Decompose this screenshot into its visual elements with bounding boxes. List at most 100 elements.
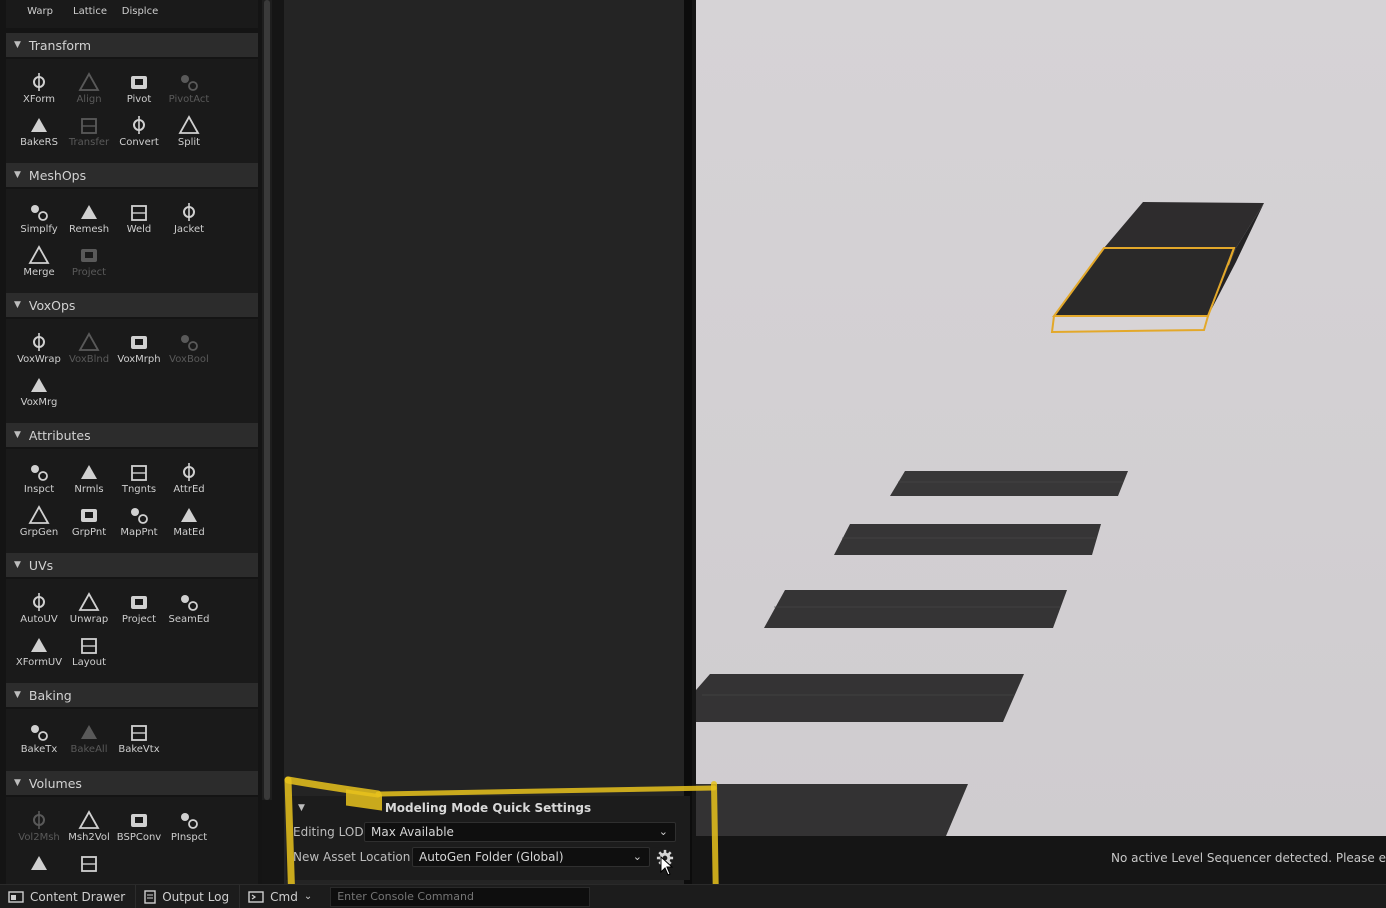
tool-button[interactable]: GrpGen	[13, 504, 65, 544]
coll-to-mesh-icon	[81, 856, 97, 872]
console-command-input[interactable]	[330, 886, 591, 907]
xform-icon	[33, 73, 45, 91]
tool-button[interactable]: MatEd	[163, 504, 215, 544]
step-slab[interactable]	[696, 784, 968, 836]
tool-button[interactable]: AutoUV	[13, 591, 65, 631]
tool-button[interactable]: VoxMrph	[113, 331, 165, 371]
panel-splitter[interactable]	[684, 0, 692, 884]
tool-label: Project	[121, 614, 157, 625]
section-header-transform[interactable]: ▼ Transform	[6, 33, 258, 57]
tool-label: Jacket	[173, 224, 205, 235]
tool-button[interactable]: Merge	[13, 244, 65, 284]
tool-button[interactable]: Convert	[113, 114, 165, 154]
tool-button[interactable]: BSPConv	[113, 809, 165, 849]
asset-location-dropdown[interactable]: AutoGen Folder (Global) ⌄	[412, 847, 650, 867]
palette-top-row: Warp Lattice Displce	[6, 0, 258, 28]
tool-button[interactable]: SeamEd	[163, 591, 215, 631]
collapse-arrow-icon[interactable]: ▼	[14, 778, 21, 788]
section-header-uvs[interactable]: ▼ UVs	[6, 553, 258, 577]
tool-button[interactable]: XFormUV	[13, 634, 65, 674]
tool-button[interactable]: Inspct	[13, 461, 65, 501]
section-tools-meshops: Simplfy Remesh Weld Jacket Merge Project	[6, 189, 258, 295]
collapse-arrow-icon[interactable]: ▼	[14, 40, 21, 50]
content-drawer-button[interactable]: Content Drawer	[0, 884, 137, 908]
output-log-icon	[144, 889, 156, 904]
palette-scrollbar[interactable]	[262, 0, 272, 800]
details-panel-body	[284, 0, 684, 884]
tool-button[interactable]: Align	[63, 71, 115, 111]
editing-lod-dropdown[interactable]: Max Available ⌄	[364, 822, 676, 842]
tool-button[interactable]: Weld	[113, 201, 165, 241]
tool-button[interactable]: AttrEd	[163, 461, 215, 501]
section-tools-transform: XForm Align Pivot PivotAct BakeRS Transfer Con…	[6, 59, 258, 165]
section-header-meshops[interactable]: ▼ MeshOps	[6, 163, 258, 187]
pivot-icon	[131, 76, 147, 89]
tool-button[interactable]: GrpPnt	[63, 504, 115, 544]
collapse-arrow-icon[interactable]: ▼	[14, 170, 21, 180]
section-header-voxops[interactable]: ▼ VoxOps	[6, 293, 258, 317]
tool-label: AttrEd	[173, 484, 205, 495]
tool-button[interactable]: VoxMrg	[13, 374, 65, 414]
tool-button[interactable]: Split	[163, 114, 215, 154]
collapse-arrow-icon[interactable]: ▼	[14, 430, 21, 440]
selected-block-mesh[interactable]	[1050, 202, 1264, 334]
bake-vertex-icon	[131, 725, 147, 741]
tool-button[interactable]: VoxWrap	[13, 331, 65, 371]
tool-label: BSPConv	[116, 832, 162, 843]
collapse-arrow-icon[interactable]: ▼	[14, 300, 21, 310]
tool-label: Align	[76, 94, 102, 105]
tool-button[interactable]: Remesh	[63, 201, 115, 241]
tool-label: PInspct	[170, 832, 208, 843]
level-viewport[interactable]	[696, 0, 1386, 836]
tool-button[interactable]: VoxBool	[163, 331, 215, 371]
tool-button[interactable]	[63, 852, 115, 884]
tool-button[interactable]: Pivot	[113, 71, 165, 111]
step-slab[interactable]	[764, 590, 1067, 628]
content-drawer-label: Content Drawer	[30, 889, 126, 904]
scrollbar-thumb[interactable]	[264, 0, 270, 800]
tool-label: VoxWrap	[17, 354, 61, 365]
split-icon	[178, 115, 200, 134]
tool-button[interactable]: XForm	[13, 71, 65, 111]
tool-button[interactable]: BakeVtx	[113, 721, 165, 761]
section-title: Baking	[28, 687, 72, 703]
cmd-selector[interactable]: Cmd ⌄	[240, 885, 322, 908]
modeling-tool-palette: Warp Lattice Displce ▼ Transform XForm Alig…	[0, 0, 262, 884]
tool-button[interactable]: Unwrap	[63, 591, 115, 631]
tool-button[interactable]: MapPnt	[113, 504, 165, 544]
section-header-baking[interactable]: ▼ Baking	[6, 683, 258, 707]
vol-to-mesh-icon	[33, 811, 45, 829]
collapse-arrow-icon[interactable]: ▼	[14, 690, 21, 700]
mesh-to-coll-icon	[31, 856, 47, 870]
tool-button[interactable]: BakeRS	[13, 114, 65, 154]
tool-button[interactable]: Simplfy	[13, 201, 65, 241]
mouse-cursor-icon	[660, 856, 674, 876]
output-log-button[interactable]: Output Log	[136, 884, 241, 908]
tool-button[interactable]: Project	[63, 244, 115, 284]
tool-button[interactable]: Layout	[63, 634, 115, 674]
tool-button[interactable]: Msh2Vol	[63, 809, 115, 849]
vox-bool-icon	[181, 335, 198, 351]
layout-icon	[81, 638, 97, 654]
tool-button[interactable]: PivotAct	[163, 71, 215, 111]
tool-label: BakeRS	[20, 137, 58, 148]
tool-button[interactable]: Vol2Msh	[13, 809, 65, 849]
step-slab[interactable]	[890, 471, 1128, 496]
asset-location-label: New Asset Location	[293, 850, 411, 864]
tool-button[interactable]: Transfer	[63, 114, 115, 154]
section-header-volumes[interactable]: ▼ Volumes	[6, 771, 258, 795]
tool-button[interactable]	[13, 852, 65, 884]
step-slab[interactable]	[834, 524, 1101, 555]
tool-button[interactable]: VoxBlnd	[63, 331, 115, 371]
section-header-attributes[interactable]: ▼ Attributes	[6, 423, 258, 447]
tool-button[interactable]: PInspct	[163, 809, 215, 849]
tool-button[interactable]: Tngnts	[113, 461, 165, 501]
collapse-arrow-icon[interactable]: ▼	[14, 560, 21, 570]
tool-button[interactable]: Jacket	[163, 201, 215, 241]
tool-button[interactable]: Nrmls	[63, 461, 115, 501]
tool-button[interactable]: BakeAll	[63, 721, 115, 761]
tool-button[interactable]: Project	[113, 591, 165, 631]
step-slab[interactable]	[696, 674, 1024, 722]
tool-label: VoxBlnd	[68, 354, 110, 365]
tool-button[interactable]: BakeTx	[13, 721, 65, 761]
